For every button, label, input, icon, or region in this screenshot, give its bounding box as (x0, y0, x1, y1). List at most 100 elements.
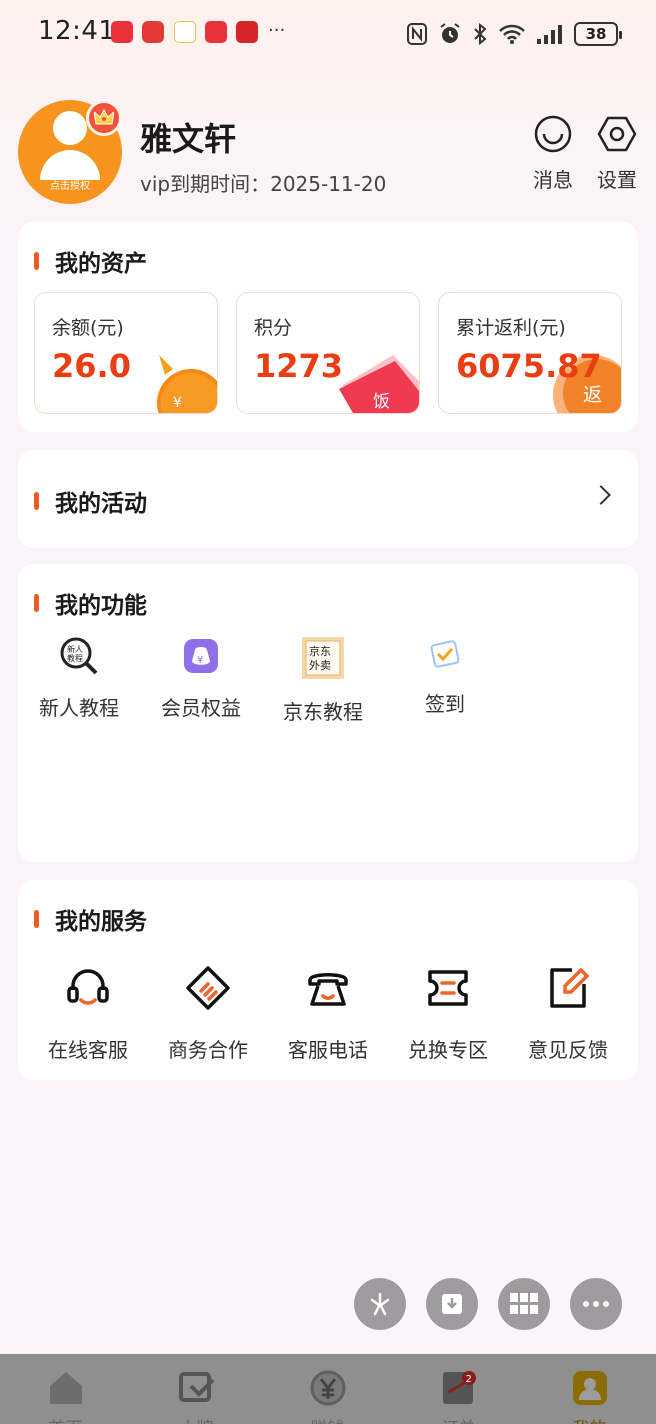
settings-button[interactable]: 设置 (587, 114, 647, 193)
title-accent-bar (34, 910, 39, 928)
nfc-icon (407, 23, 427, 45)
points-label: 积分 (254, 317, 293, 339)
asset-rebate[interactable]: 累计返利(元) 返 6075.87 (438, 292, 622, 414)
service-business-cooperation[interactable]: 商务合作 (153, 964, 263, 1063)
floating-apps-button[interactable] (498, 1278, 550, 1330)
spark-icon (370, 1292, 390, 1316)
tab-home[interactable]: 首页 (0, 1354, 131, 1424)
asset-points[interactable]: 积分 1273 饭 (236, 292, 420, 414)
more-notifications-icon: ··· (268, 20, 286, 41)
member-benefits-label: 会员权益 (161, 696, 241, 720)
brand-tag-icon (179, 1372, 215, 1402)
checkin-label: 签到 (425, 692, 465, 716)
activities-card[interactable]: 我的活动 (18, 450, 638, 548)
status-time: 12:41 (38, 16, 116, 46)
message-label: 消息 (533, 168, 573, 192)
app-notification-icon (174, 21, 196, 43)
authorize-tag[interactable]: 点击授权 (18, 177, 122, 192)
business-cooperation-label: 商务合作 (168, 1038, 248, 1062)
tab-orders-label: 订单 (393, 1414, 524, 1424)
tab-earn[interactable]: 赚钱 (262, 1354, 393, 1424)
floating-more-button[interactable] (570, 1278, 622, 1330)
alarm-icon (440, 23, 460, 43)
orders-icon: 2 (443, 1371, 476, 1404)
service-phone-label: 客服电话 (288, 1038, 368, 1062)
rebate-label: 累计返利(元) (456, 317, 566, 339)
vip-expiry-date: 2025-11-20 (270, 172, 387, 196)
battery-icon: 38 (574, 22, 622, 46)
huawei-app-notification-icon (111, 21, 133, 43)
functions-section-title: 我的功能 (34, 586, 147, 620)
icon-text: 外卖 (309, 659, 331, 672)
app-notification-icon (142, 21, 164, 43)
vip-crown-icon (86, 100, 122, 136)
more-dots-icon (583, 1301, 609, 1307)
huawei-app-notification-icon (205, 21, 227, 43)
icon-text: ¥ (197, 655, 203, 666)
status-bar: 12:41 ··· 38 (0, 0, 656, 68)
newbie-tutorial-icon: 新人 教程 (60, 637, 98, 675)
vip-expiry-label: vip到期时间： (140, 172, 271, 196)
service-feedback[interactable]: 意见反馈 (513, 964, 623, 1063)
message-button[interactable]: 消息 (523, 114, 583, 193)
service-phone[interactable]: 客服电话 (273, 964, 383, 1063)
mine-user-icon (573, 1371, 607, 1405)
service-online-support[interactable]: 在线客服 (33, 964, 143, 1063)
services-section-title: 我的服务 (34, 902, 147, 936)
business-handshake-icon (186, 966, 230, 1010)
badge-text: 返 (583, 384, 602, 406)
icon-text: 新人 (67, 644, 83, 654)
signal-icon (537, 25, 562, 44)
assets-title-text: 我的资产 (55, 251, 147, 277)
activities-title-text: 我的活动 (55, 491, 147, 517)
home-icon (50, 1372, 82, 1404)
asset-balance[interactable]: 余额(元) 26.0 ¥ (34, 292, 218, 414)
online-support-label: 在线客服 (48, 1038, 128, 1062)
icon-text: 教程 (67, 653, 83, 663)
tab-brands[interactable]: 大牌 (131, 1354, 262, 1424)
settings-hexagon-icon (597, 116, 637, 152)
tab-earn-label: 赚钱 (262, 1414, 393, 1424)
jd-tutorial-icon: 京东 外卖 (302, 637, 344, 679)
download-icon (442, 1294, 462, 1314)
chevron-right-icon[interactable] (591, 485, 611, 505)
orders-badge-count: 2 (466, 1374, 472, 1385)
tab-brands-label: 大牌 (131, 1414, 262, 1424)
balance-value: 26.0 (52, 347, 131, 385)
assets-section-title: 我的资产 (34, 244, 147, 278)
floating-download-button[interactable] (426, 1278, 478, 1330)
tab-home-label: 首页 (0, 1414, 131, 1424)
points-value: 1273 (254, 347, 344, 385)
status-icons: 38 (406, 20, 622, 48)
title-accent-bar (34, 252, 39, 270)
title-accent-bar (34, 492, 39, 510)
rebate-value: 6075.87 (456, 347, 602, 385)
headset-icon (67, 969, 109, 1005)
function-newbie-tutorial[interactable]: 新人 教程 新人教程 (24, 636, 134, 721)
services-title-text: 我的服务 (55, 909, 147, 935)
message-icon (534, 115, 572, 153)
bottom-tab-bar: 首页 大牌 赚钱 2 订单 我的 (0, 1354, 656, 1424)
function-member-benefits[interactable]: ¥ 会员权益 (146, 636, 256, 721)
feedback-edit-icon (550, 968, 589, 1008)
checkin-calendar-icon (430, 640, 460, 668)
tab-orders[interactable]: 2 订单 (393, 1354, 524, 1424)
function-checkin[interactable]: 签到 (390, 636, 500, 717)
tab-mine-label: 我的 (524, 1414, 655, 1424)
assets-card: 我的资产 余额(元) 26.0 ¥ 积分 1273 饭 累计返利(元) 返 60… (18, 222, 638, 432)
badge-text: ¥ (173, 395, 182, 411)
service-exchange-zone[interactable]: 兑换专区 (393, 964, 503, 1063)
grid-apps-icon (510, 1293, 538, 1314)
floating-spark-button[interactable] (354, 1278, 406, 1330)
bluetooth-icon (474, 22, 487, 46)
balance-label: 余额(元) (52, 317, 124, 339)
functions-card: 我的功能 新人 教程 新人教程 ¥ 会员权益 京东 外卖 京东教程 签到 (18, 564, 638, 862)
feedback-label: 意见反馈 (528, 1038, 608, 1062)
exchange-ticket-icon (428, 970, 468, 1006)
member-benefits-icon: ¥ (184, 639, 218, 673)
tab-mine[interactable]: 我的 (524, 1354, 655, 1424)
vip-expiry: vip到期时间：2025-11-20 (140, 168, 386, 197)
settings-label: 设置 (597, 168, 637, 192)
money-bag-icon: ¥ (157, 355, 217, 413)
function-jd-tutorial[interactable]: 京东 外卖 京东教程 (268, 636, 378, 725)
